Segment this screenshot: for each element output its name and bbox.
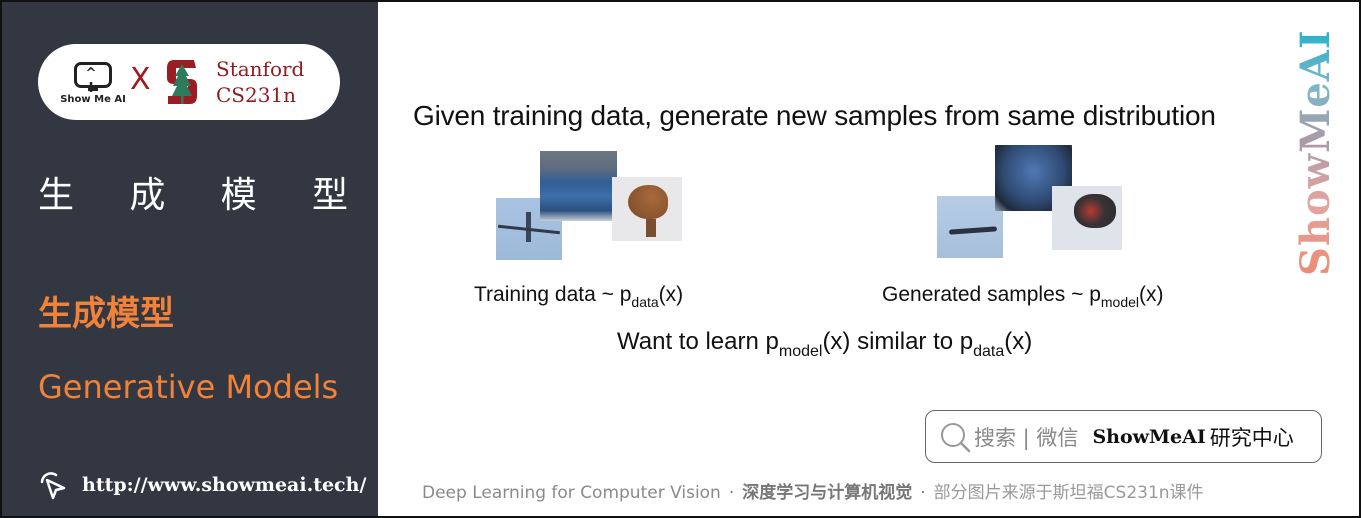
slide-border (0, 0, 1361, 518)
